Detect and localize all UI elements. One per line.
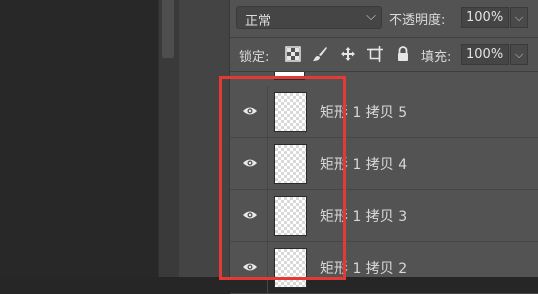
artboard-lock-icon[interactable] (367, 46, 383, 62)
chevron-down-icon: ⌵ (366, 9, 376, 24)
canvas-area (0, 0, 158, 277)
brush-lock-icon[interactable] (312, 46, 328, 62)
fill-input[interactable]: 100% (461, 44, 509, 65)
lock-label: 锁定: (239, 50, 270, 65)
blend-mode-select[interactable]: 正常 ⌵ (236, 6, 382, 29)
move-lock-icon[interactable] (340, 46, 356, 62)
blend-options-row: 正常 ⌵ 不透明度: 100% ⌵ (230, 0, 538, 38)
opacity-dropdown-button[interactable]: ⌵ (510, 7, 528, 28)
selection-highlight-box (219, 76, 346, 280)
transparency-lock-icon[interactable] (285, 46, 301, 62)
padlock-icon[interactable] (395, 46, 411, 62)
opacity-label: 不透明度: (389, 13, 446, 28)
scrollbar-thumb[interactable] (162, 0, 174, 58)
blend-mode-value: 正常 (245, 14, 272, 29)
lock-row: 锁定: 填充: 100% ⌵ (230, 38, 538, 72)
opacity-input[interactable]: 100% (461, 7, 509, 28)
fill-dropdown-button[interactable]: ⌵ (510, 44, 528, 65)
fill-label: 填充: (421, 50, 452, 65)
